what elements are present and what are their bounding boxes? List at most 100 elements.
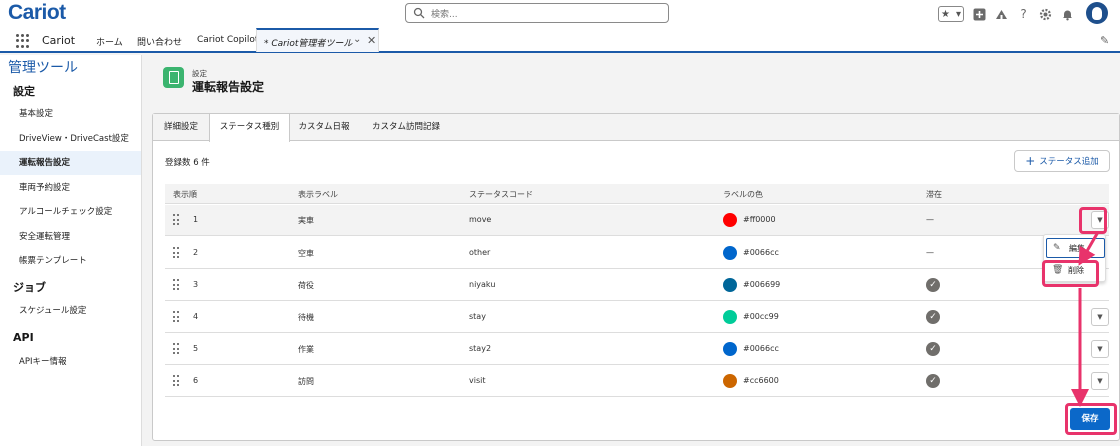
table-row[interactable]: 1 実車 move #ff0000— ▼: [165, 205, 1109, 236]
search-placeholder: 検索...: [431, 10, 458, 20]
search-icon: [413, 7, 425, 19]
record-count: 登録数 6 件: [165, 158, 210, 168]
row-actions-button[interactable]: ▼: [1091, 372, 1109, 390]
nav-tab-label: * Cariot管理者ツール: [264, 39, 353, 49]
menu-item-edit[interactable]: ✎ 編集: [1046, 238, 1105, 258]
row-actions-button[interactable]: ▼: [1091, 340, 1109, 358]
cell-order: 1: [193, 215, 199, 224]
tab-custom-visit-record[interactable]: カスタム訪問記録: [358, 114, 454, 141]
drag-handle-icon[interactable]: [173, 279, 179, 291]
sidebar-item-api-keys[interactable]: APIキー情報: [0, 350, 141, 374]
trailhead-icon[interactable]: [995, 8, 1008, 21]
cell-label: 荷役: [298, 281, 314, 290]
cell-code: niyaku: [469, 280, 496, 289]
tab-custom-daily-report[interactable]: カスタム日報: [290, 114, 358, 141]
cell-label: 実車: [298, 216, 314, 225]
gear-icon[interactable]: [1039, 8, 1052, 21]
sidebar-heading-api: API: [13, 331, 34, 344]
table-row[interactable]: 4 待機 stay #00cc99 ✓ ▼: [165, 302, 1109, 333]
help-icon[interactable]: ?: [1017, 7, 1030, 21]
edit-nav-icon[interactable]: ✎: [1100, 34, 1109, 47]
page-header: 設定 運転報告設定: [152, 58, 1120, 104]
table-row[interactable]: 3 荷役 niyaku #006699 ✓: [165, 270, 1109, 301]
tab-detail-settings[interactable]: 詳細設定: [153, 114, 209, 141]
column-header-color: ラベルの色: [723, 190, 763, 199]
cell-order: 2: [193, 248, 199, 257]
color-swatch: [723, 278, 737, 292]
search-input[interactable]: 検索...: [405, 3, 669, 23]
nav-item-copilot[interactable]: Cariot Copilot: [197, 35, 258, 45]
report-settings-icon: [163, 67, 184, 88]
cell-order: 3: [193, 280, 199, 289]
nav-item-home[interactable]: ホーム: [96, 35, 123, 48]
global-header: Cariot 検索... ★ ▾ ?: [0, 0, 1120, 28]
drag-handle-icon[interactable]: [173, 311, 179, 323]
cell-color: #006699: [743, 280, 781, 289]
tab-status-types[interactable]: ステータス種別: [209, 114, 290, 142]
cell-label: 待機: [298, 313, 314, 322]
table-row[interactable]: 6 訪問 visit #cc6600 ✓ ▼: [165, 366, 1109, 397]
row-actions-button[interactable]: ▼: [1091, 308, 1109, 326]
cell-label: 空車: [298, 249, 314, 258]
cell-order: 6: [193, 376, 199, 385]
sidebar-item-templates[interactable]: 帳票テンプレート: [0, 249, 141, 273]
admin-sidebar: 管理ツール 設定 基本設定 DriveView・DriveCast設定 運転報告…: [0, 55, 142, 446]
check-icon: ✓: [926, 310, 940, 324]
favorites-button[interactable]: ★ ▾: [938, 6, 964, 22]
check-icon: ✓: [926, 374, 940, 388]
color-swatch: [723, 246, 737, 260]
close-icon[interactable]: ✕: [367, 34, 376, 47]
table-row[interactable]: 5 作業 stay2 #0066cc ✓ ▼: [165, 334, 1109, 365]
color-swatch: [723, 213, 737, 227]
cell-stay: —: [926, 248, 934, 257]
cell-label: 作業: [298, 345, 314, 354]
sidebar-item-driveview[interactable]: DriveView・DriveCast設定: [0, 127, 141, 151]
sidebar-item-alcohol-check[interactable]: アルコールチェック設定: [0, 200, 141, 224]
page-title: 運転報告設定: [192, 80, 265, 94]
add-status-button[interactable]: + ステータス追加: [1014, 150, 1110, 172]
cell-order: 5: [193, 344, 199, 353]
sidebar-title: 管理ツール: [8, 60, 78, 76]
cell-order: 4: [193, 312, 199, 321]
menu-item-edit-label: 編集: [1069, 243, 1085, 253]
sidebar-item-drive-report[interactable]: 運転報告設定: [0, 151, 141, 175]
cell-color: #0066cc: [743, 248, 779, 257]
table-row[interactable]: 2 空車 other #0066cc —: [165, 238, 1109, 269]
check-icon: ✓: [926, 342, 940, 356]
bell-icon[interactable]: [1061, 8, 1074, 21]
cell-code: move: [469, 215, 492, 224]
global-actions: ★ ▾ ?: [938, 4, 1074, 24]
drag-handle-icon[interactable]: [173, 247, 179, 259]
sidebar-item-vehicle-reservation[interactable]: 車両予約設定: [0, 176, 141, 200]
nav-item-inquiries[interactable]: 問い合わせ: [137, 35, 182, 48]
app-launcher-icon[interactable]: [16, 34, 30, 48]
drag-handle-icon[interactable]: [173, 214, 179, 226]
nav-tab-admin-tool[interactable]: * Cariot管理者ツール ⌄ ✕: [256, 28, 379, 52]
table-header: 表示順 表示ラベル ステータスコード ラベルの色 滞在: [165, 184, 1109, 204]
color-swatch: [723, 310, 737, 324]
drag-handle-icon[interactable]: [173, 375, 179, 387]
cell-code: other: [469, 248, 491, 257]
chevron-down-icon[interactable]: ⌄: [353, 34, 361, 45]
global-create-icon[interactable]: [973, 8, 986, 21]
settings-card: 詳細設定 ステータス種別 カスタム日報 カスタム訪問記録 登録数 6 件 + ス…: [152, 113, 1120, 441]
sidebar-item-safety[interactable]: 安全運転管理: [0, 225, 141, 249]
settings-tabs: 詳細設定 ステータス種別 カスタム日報 カスタム訪問記録: [153, 114, 1119, 142]
sidebar-item-basic[interactable]: 基本設定: [0, 102, 141, 126]
check-icon: ✓: [926, 278, 940, 292]
annotation-highlight-row-menu: [1079, 207, 1107, 234]
cell-color: #0066cc: [743, 344, 779, 353]
cell-color: #ff0000: [743, 215, 776, 224]
column-header-stay: 滞在: [926, 190, 942, 199]
sidebar-heading-settings: 設定: [13, 85, 35, 98]
color-swatch: [723, 342, 737, 356]
cell-code: stay: [469, 312, 486, 321]
sidebar-item-schedule[interactable]: スケジュール設定: [0, 299, 141, 323]
app-navigation: Cariot ホーム 問い合わせ Cariot Copilot * Cariot…: [0, 28, 1120, 53]
user-avatar[interactable]: [1086, 2, 1108, 24]
column-header-label: 表示ラベル: [298, 190, 338, 199]
color-swatch: [723, 374, 737, 388]
app-logo[interactable]: Cariot: [8, 1, 66, 25]
drag-handle-icon[interactable]: [173, 343, 179, 355]
star-icon: ★: [941, 8, 950, 20]
